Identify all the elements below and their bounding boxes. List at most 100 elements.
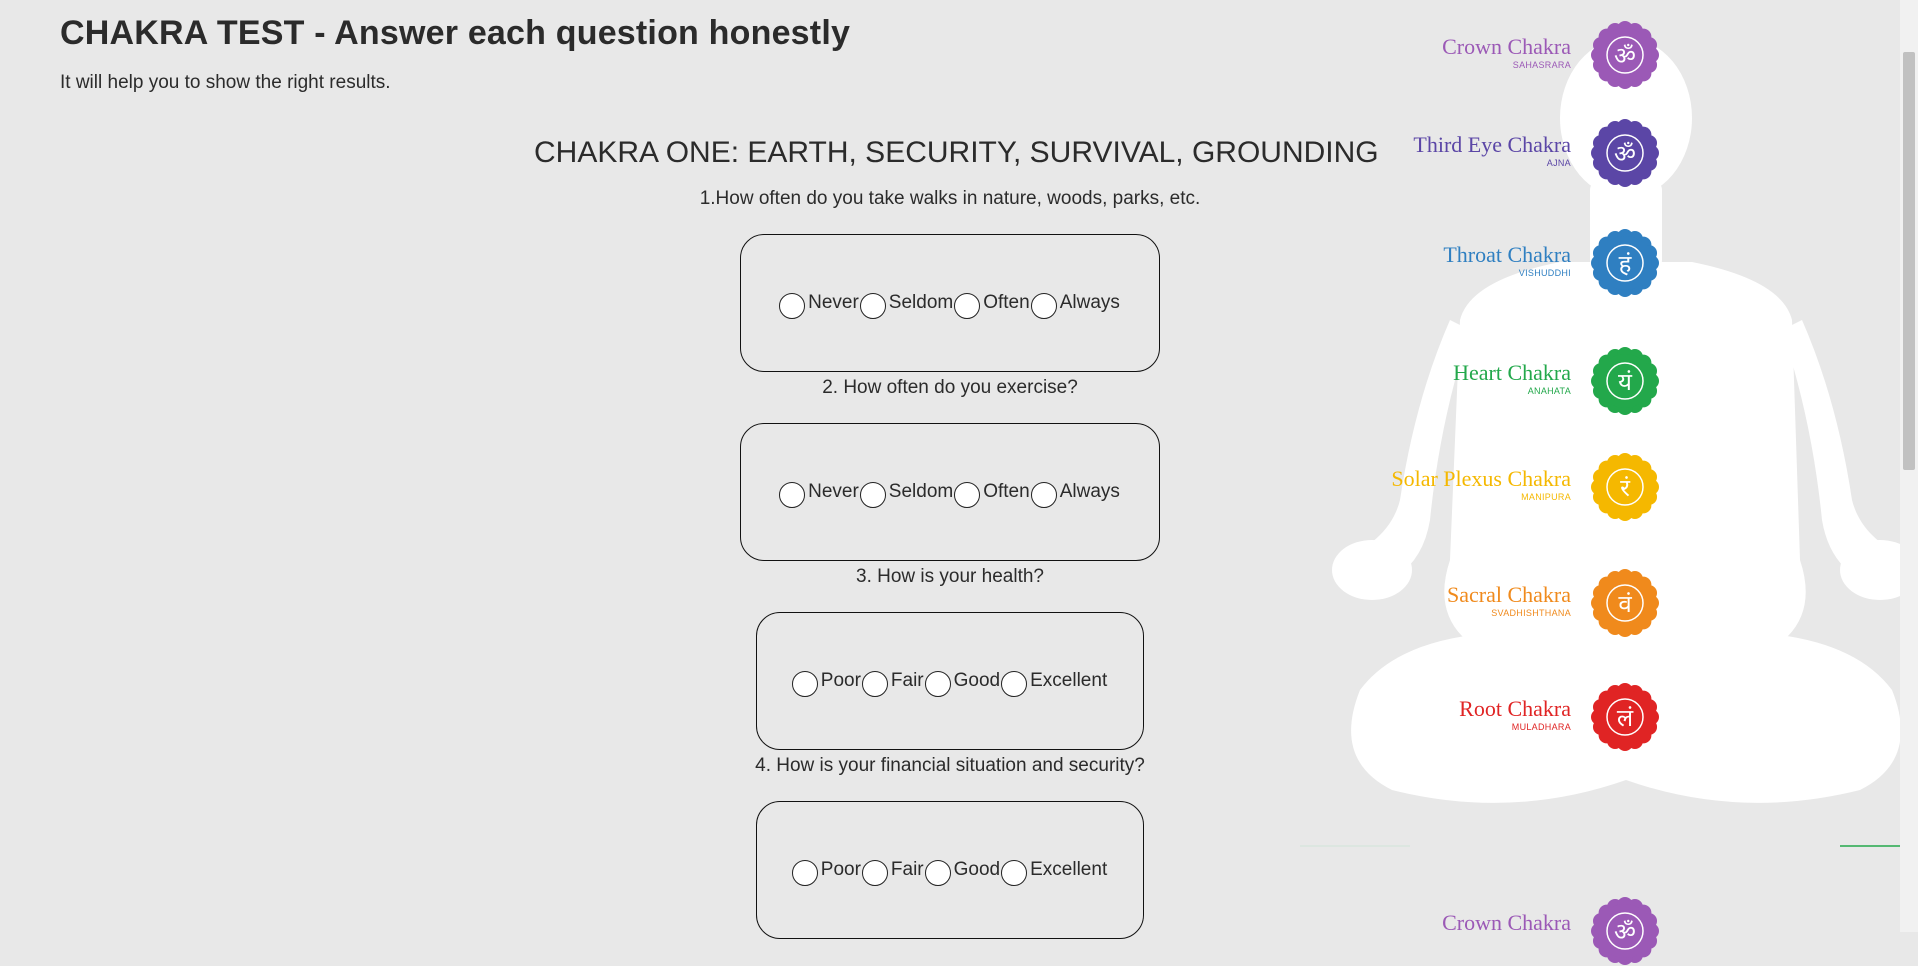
chakra-glyph: ॐ [1614, 42, 1636, 70]
option-label: Never [808, 292, 859, 313]
option-fair[interactable]: Fair [861, 665, 925, 697]
radio-button[interactable] [861, 860, 888, 886]
chakra-row: Solar Plexus Chakra MANIPURA रं [1360, 452, 1660, 522]
chakra-row: Third Eye Chakra AJNA ॐ [1360, 118, 1660, 188]
question-1-text: 1.How often do you take walks in nature,… [699, 188, 1201, 209]
question-1-options: Never Seldom Often Always [740, 234, 1160, 372]
option-poor[interactable]: Poor [791, 854, 862, 886]
option-label: Seldom [888, 292, 954, 313]
radio-button[interactable] [859, 482, 886, 508]
chakra-symbol-icon: यं [1591, 347, 1659, 415]
chakra-sanskrit-name: ANAHATA [1527, 386, 1571, 396]
option-often[interactable]: Often [954, 476, 1030, 508]
chakra-symbol-icon: लं [1591, 683, 1659, 751]
chakra-glyph: ॐ [1614, 918, 1636, 946]
chakra-name: Sacral Chakra [1447, 582, 1571, 607]
option-good[interactable]: Good [924, 665, 1001, 697]
option-fair[interactable]: Fair [861, 854, 925, 886]
chakra-sanskrit-name: MANIPURA [1521, 492, 1571, 502]
question-4-options: Poor Fair Good Excellent [756, 801, 1144, 939]
option-often[interactable]: Often [954, 287, 1030, 319]
chakra-name: Heart Chakra [1453, 360, 1571, 385]
chakra-name: Crown Chakra [1442, 34, 1571, 59]
chakra-sanskrit-name: SAHASRARA [1512, 60, 1571, 70]
radio-button[interactable] [954, 482, 981, 508]
radio-button[interactable] [954, 293, 981, 319]
radio-button[interactable] [791, 860, 818, 886]
chakra-symbol-icon: वं [1591, 569, 1659, 637]
chakra-row: Sacral Chakra SVADHISHTHANA वं [1360, 568, 1660, 638]
chakra-symbol-icon: रं [1591, 453, 1659, 521]
chakra-row: Heart Chakra ANAHATA यं [1360, 346, 1660, 416]
chakra-sanskrit-name: AJNA [1546, 158, 1571, 168]
radio-button[interactable] [924, 860, 951, 886]
option-label: Excellent [1030, 859, 1108, 880]
radio-button[interactable] [1030, 293, 1057, 319]
option-excellent[interactable]: Excellent [1001, 854, 1108, 886]
radio-button[interactable] [924, 671, 951, 697]
chakra-row: Throat Chakra VISHUDDHI हं [1360, 228, 1660, 298]
radio-button[interactable] [1030, 482, 1057, 508]
section-title: CHAKRA ONE: EARTH, SECURITY, SURVIVAL, G… [534, 136, 1379, 169]
option-label: Fair [890, 859, 924, 880]
radio-button[interactable] [779, 293, 806, 319]
chakra-glyph: लं [1617, 704, 1634, 732]
option-seldom[interactable]: Seldom [859, 287, 954, 319]
chakra-glyph: रं [1620, 474, 1631, 502]
option-excellent[interactable]: Excellent [1001, 665, 1108, 697]
radio-button[interactable] [779, 482, 806, 508]
option-poor[interactable]: Poor [791, 665, 862, 697]
option-label: Never [808, 481, 859, 502]
option-label: Good [953, 670, 1001, 691]
chakra-name: Root Chakra [1459, 696, 1571, 721]
chakra-sanskrit-name: MULADHARA [1511, 722, 1571, 732]
option-label: Seldom [888, 481, 954, 502]
option-never[interactable]: Never [779, 287, 860, 319]
option-label: Excellent [1030, 670, 1108, 691]
option-label: Often [983, 292, 1030, 313]
chakra-name: Third Eye Chakra [1413, 132, 1571, 157]
chakra-glyph: ॐ [1614, 140, 1636, 168]
scrollbar-thumb[interactable] [1903, 52, 1915, 470]
radio-button[interactable] [859, 293, 886, 319]
chakra-glyph: हं [1619, 250, 1633, 278]
option-always[interactable]: Always [1030, 476, 1121, 508]
question-2-options: Never Seldom Often Always [740, 423, 1160, 561]
option-label: Poor [820, 670, 861, 691]
radio-button[interactable] [861, 671, 888, 697]
chakra-sanskrit-name: SVADHISHTHANA [1491, 608, 1571, 618]
option-label: Poor [820, 859, 861, 880]
chakra-glyph: वं [1618, 590, 1632, 618]
chakra-sanskrit-name: VISHUDDHI [1518, 268, 1571, 278]
scrollbar[interactable] [1900, 0, 1918, 932]
radio-button[interactable] [1001, 671, 1028, 697]
option-seldom[interactable]: Seldom [859, 476, 954, 508]
chakra-symbol-icon: हं [1591, 229, 1659, 297]
chakra-glyph: यं [1618, 368, 1633, 396]
chakra-symbol-icon: ॐ [1591, 21, 1659, 89]
chakra-name: Solar Plexus Chakra [1391, 466, 1571, 491]
chakra-name: Crown Chakra [1442, 910, 1571, 935]
chakra-symbol-icon: ॐ [1591, 119, 1659, 187]
option-always[interactable]: Always [1030, 287, 1121, 319]
chakra-row: Root Chakra MULADHARA लं [1360, 682, 1660, 752]
option-label: Often [983, 481, 1030, 502]
option-label: Fair [890, 670, 924, 691]
page-subtitle: It will help you to show the right resul… [60, 72, 391, 93]
radio-button[interactable] [1001, 860, 1028, 886]
page-title: CHAKRA TEST - Answer each question hones… [60, 14, 851, 52]
question-2-text: 2. How often do you exercise? [822, 377, 1078, 398]
question-3-options: Poor Fair Good Excellent [756, 612, 1144, 750]
option-good[interactable]: Good [924, 854, 1001, 886]
question-3-text: 3. How is your health? [856, 566, 1044, 587]
question-4-text: 4. How is your financial situation and s… [755, 755, 1145, 776]
chakra-name: Throat Chakra [1443, 242, 1571, 267]
option-label: Always [1059, 292, 1120, 313]
option-label: Always [1059, 481, 1120, 502]
option-label: Good [953, 859, 1001, 880]
radio-button[interactable] [791, 671, 818, 697]
chakra-row: Crown Chakra SAHASRARA ॐ [1360, 20, 1660, 90]
option-never[interactable]: Never [779, 476, 860, 508]
chakra-symbol-icon: ॐ [1591, 897, 1659, 965]
chakra-row: Crown Chakra ॐ [1360, 896, 1660, 966]
